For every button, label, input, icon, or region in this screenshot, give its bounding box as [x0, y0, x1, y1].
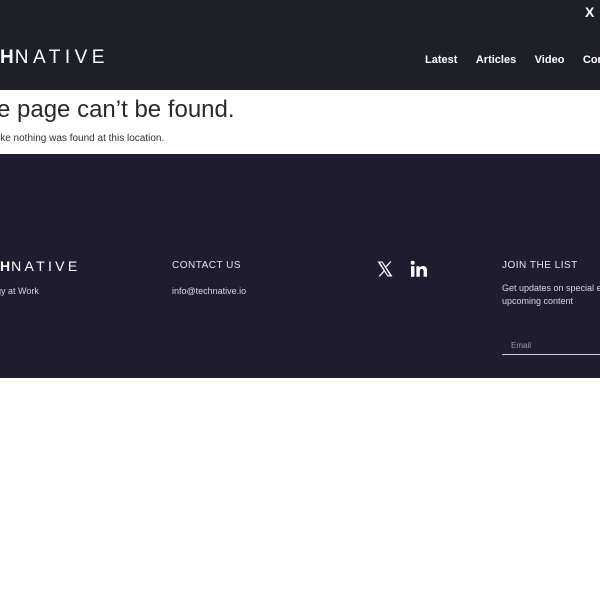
logo-light-part: NATIVE [14, 47, 109, 68]
nav-item-video[interactable]: Video [535, 54, 565, 66]
page-title: e page can’t be found. [0, 96, 235, 123]
linkedin-icon[interactable] [410, 260, 428, 278]
footer-logo[interactable]: HNATIVE [0, 258, 80, 276]
main-nav: Latest Articles Video Contribu [425, 50, 600, 68]
join-heading: JOIN THE LIST [502, 260, 578, 271]
contact-heading: CONTACT US [172, 260, 242, 271]
x-icon-svg [377, 261, 393, 277]
site-footer: HNATIVE gy at Work CONTACT US info@techn… [0, 154, 600, 378]
logo-bold-part: H [0, 47, 15, 68]
site-header: HNATIVE Latest Articles Video Contribu X [0, 0, 600, 90]
close-icon[interactable]: X [585, 4, 599, 20]
main-content: e page can’t be found. ike nothing was f… [0, 90, 600, 154]
x-icon[interactable] [376, 260, 394, 278]
linkedin-icon-svg [410, 260, 427, 277]
nav-item-articles[interactable]: Articles [476, 54, 516, 66]
footer-tagline: gy at Work [0, 286, 39, 296]
page-subtitle: ike nothing was found at this location. [0, 133, 165, 144]
join-description: Get updates on special e upcoming conten… [502, 283, 600, 306]
footer-logo-light-part: NATIVE [11, 258, 81, 274]
email-field[interactable] [502, 336, 600, 355]
nav-item-latest[interactable]: Latest [425, 54, 457, 66]
site-logo[interactable]: HNATIVE [0, 47, 109, 69]
nav-item-contribute[interactable]: Contribu [583, 54, 600, 66]
contact-email-link[interactable]: info@technative.io [172, 286, 246, 296]
footer-logo-bold-part: H [0, 258, 12, 274]
